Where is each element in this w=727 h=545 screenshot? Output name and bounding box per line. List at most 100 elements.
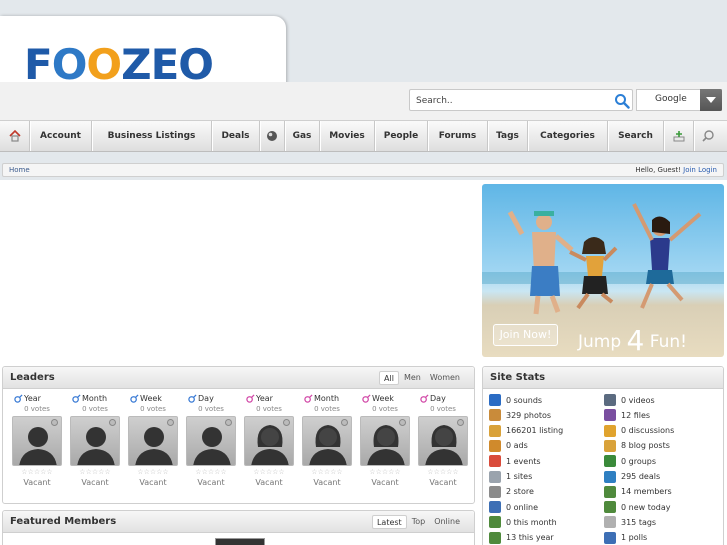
tab-all[interactable]: All <box>379 371 399 385</box>
leader-slot[interactable]: Year 0 votes ☆☆☆☆☆ Vacant <box>244 394 294 487</box>
rating-stars[interactable]: ☆☆☆☆☆ <box>12 468 62 476</box>
leader-votes: 0 votes <box>430 405 456 413</box>
tab-latest[interactable]: Latest <box>371 515 407 529</box>
sites-icon <box>489 470 501 483</box>
stat-label: 166201 listing <box>506 426 564 436</box>
leader-slot[interactable]: Month 0 votes ☆☆☆☆☆ Vacant <box>70 394 120 487</box>
leader-slot[interactable]: Day 0 votes ☆☆☆☆☆ Vacant <box>418 394 468 487</box>
nav-tags[interactable]: Tags <box>488 121 528 151</box>
featured-members-title: Featured Members <box>10 516 117 527</box>
stat-item[interactable]: 1 sites <box>489 470 532 484</box>
nav-people[interactable]: People <box>375 121 428 151</box>
nav-account[interactable]: Account <box>30 121 92 151</box>
film-icon <box>604 394 616 406</box>
leader-period-label: Month <box>82 394 108 403</box>
stat-label: 1 polls <box>621 533 648 543</box>
featured-member-avatar[interactable] <box>215 538 265 545</box>
leader-slot[interactable]: Year 0 votes ☆☆☆☆☆ Vacant <box>12 394 62 487</box>
breadcrumb-home-link[interactable]: Home <box>9 166 30 174</box>
stat-item[interactable]: 0 sounds <box>489 393 542 407</box>
site-logo[interactable]: FOOZEO <box>24 44 214 86</box>
stat-item[interactable]: 295 deals <box>604 470 660 484</box>
nav-forums[interactable]: Forums <box>428 121 488 151</box>
leader-slot[interactable]: Day 0 votes ☆☆☆☆☆ Vacant <box>186 394 236 487</box>
nav-movies[interactable]: Movies <box>320 121 375 151</box>
nav-business-listings[interactable]: Business Listings <box>92 121 212 151</box>
avatar[interactable] <box>244 416 294 466</box>
nav-deals[interactable]: Deals <box>212 121 260 151</box>
new-today-icon <box>604 501 616 514</box>
rating-stars[interactable]: ☆☆☆☆☆ <box>70 468 120 476</box>
leader-slot[interactable]: Week 0 votes ☆☆☆☆☆ Vacant <box>360 394 410 487</box>
leader-slot[interactable]: Month 0 votes ☆☆☆☆☆ Vacant <box>302 394 352 487</box>
nav-gas[interactable]: Gas <box>285 121 320 151</box>
nav-search[interactable]: Search <box>608 121 664 151</box>
tab-women[interactable]: Women <box>426 371 464 385</box>
stat-item[interactable]: 0 online <box>489 500 538 514</box>
female-icon <box>246 394 255 403</box>
join-link[interactable]: Join <box>683 166 696 174</box>
rating-stars[interactable]: ☆☆☆☆☆ <box>244 468 294 476</box>
leader-period-label: Day <box>430 394 446 403</box>
leader-period: Week <box>360 394 410 404</box>
stat-item[interactable]: 0 videos <box>604 393 655 407</box>
rating-stars[interactable]: ☆☆☆☆☆ <box>186 468 236 476</box>
stat-item[interactable]: 166201 listing <box>489 424 563 438</box>
stat-item[interactable]: 315 tags <box>604 515 656 529</box>
leader-period: Month <box>302 394 352 404</box>
tab-men[interactable]: Men <box>400 371 425 385</box>
add-icon <box>673 131 684 142</box>
nav-add[interactable] <box>664 121 694 151</box>
stat-item[interactable]: 14 members <box>604 485 672 499</box>
stat-item[interactable]: 12 files <box>604 408 650 422</box>
promo-banner[interactable]: Join Now! Jump 4 Fun! <box>482 184 724 357</box>
rating-stars[interactable]: ☆☆☆☆☆ <box>418 468 468 476</box>
nav-categories[interactable]: Categories <box>528 121 608 151</box>
stat-item[interactable]: 329 photos <box>489 408 551 422</box>
stat-item[interactable]: 0 ads <box>489 439 528 453</box>
female-icon <box>304 394 313 403</box>
search-icon[interactable] <box>614 93 630 109</box>
stat-item[interactable]: 1 events <box>489 454 541 468</box>
tab-online[interactable]: Online <box>430 515 464 529</box>
stat-item[interactable]: 8 blog posts <box>604 439 670 453</box>
stat-item[interactable]: 0 groups <box>604 454 656 468</box>
nav-home[interactable] <box>0 121 30 151</box>
nav-magnifier[interactable] <box>694 121 722 151</box>
calendar-icon <box>489 455 501 468</box>
tab-top[interactable]: Top <box>408 515 430 529</box>
tags-icon <box>604 516 616 529</box>
nav-globe[interactable] <box>260 121 285 151</box>
rating-stars[interactable]: ☆☆☆☆☆ <box>360 468 410 476</box>
avatar[interactable] <box>302 416 352 466</box>
avatar[interactable] <box>360 416 410 466</box>
avatar[interactable] <box>12 416 62 466</box>
stat-item[interactable]: 0 new today <box>604 500 670 514</box>
male-icon <box>72 394 81 403</box>
leaders-title: Leaders <box>10 372 55 383</box>
rating-stars[interactable]: ☆☆☆☆☆ <box>128 468 178 476</box>
avatar[interactable] <box>186 416 236 466</box>
search-input[interactable] <box>416 93 611 108</box>
stat-label: 315 tags <box>621 517 657 527</box>
status-dot <box>225 419 232 426</box>
search-engine-select[interactable]: Google <box>636 89 722 111</box>
leader-period-label: Year <box>256 394 273 403</box>
status-dot <box>167 419 174 426</box>
leader-slot[interactable]: Week 0 votes ☆☆☆☆☆ Vacant <box>128 394 178 487</box>
stat-item[interactable]: 0 this month <box>489 515 557 529</box>
join-now-button[interactable]: Join Now! <box>493 324 558 346</box>
rating-stars[interactable]: ☆☆☆☆☆ <box>302 468 352 476</box>
stat-item[interactable]: 0 discussions <box>604 424 674 438</box>
featured-members-header: Featured Members Latest Top Online <box>3 511 474 533</box>
leader-status: Vacant <box>197 478 225 487</box>
chevron-down-icon[interactable] <box>700 89 722 111</box>
avatar[interactable] <box>128 416 178 466</box>
stat-item[interactable]: 13 this year <box>489 531 554 545</box>
leaders-tabs: All Men Women <box>379 371 464 385</box>
avatar[interactable] <box>70 416 120 466</box>
login-link[interactable]: Login <box>698 166 717 174</box>
stat-item[interactable]: 1 polls <box>604 531 647 545</box>
stat-item[interactable]: 2 store <box>489 485 534 499</box>
avatar[interactable] <box>418 416 468 466</box>
